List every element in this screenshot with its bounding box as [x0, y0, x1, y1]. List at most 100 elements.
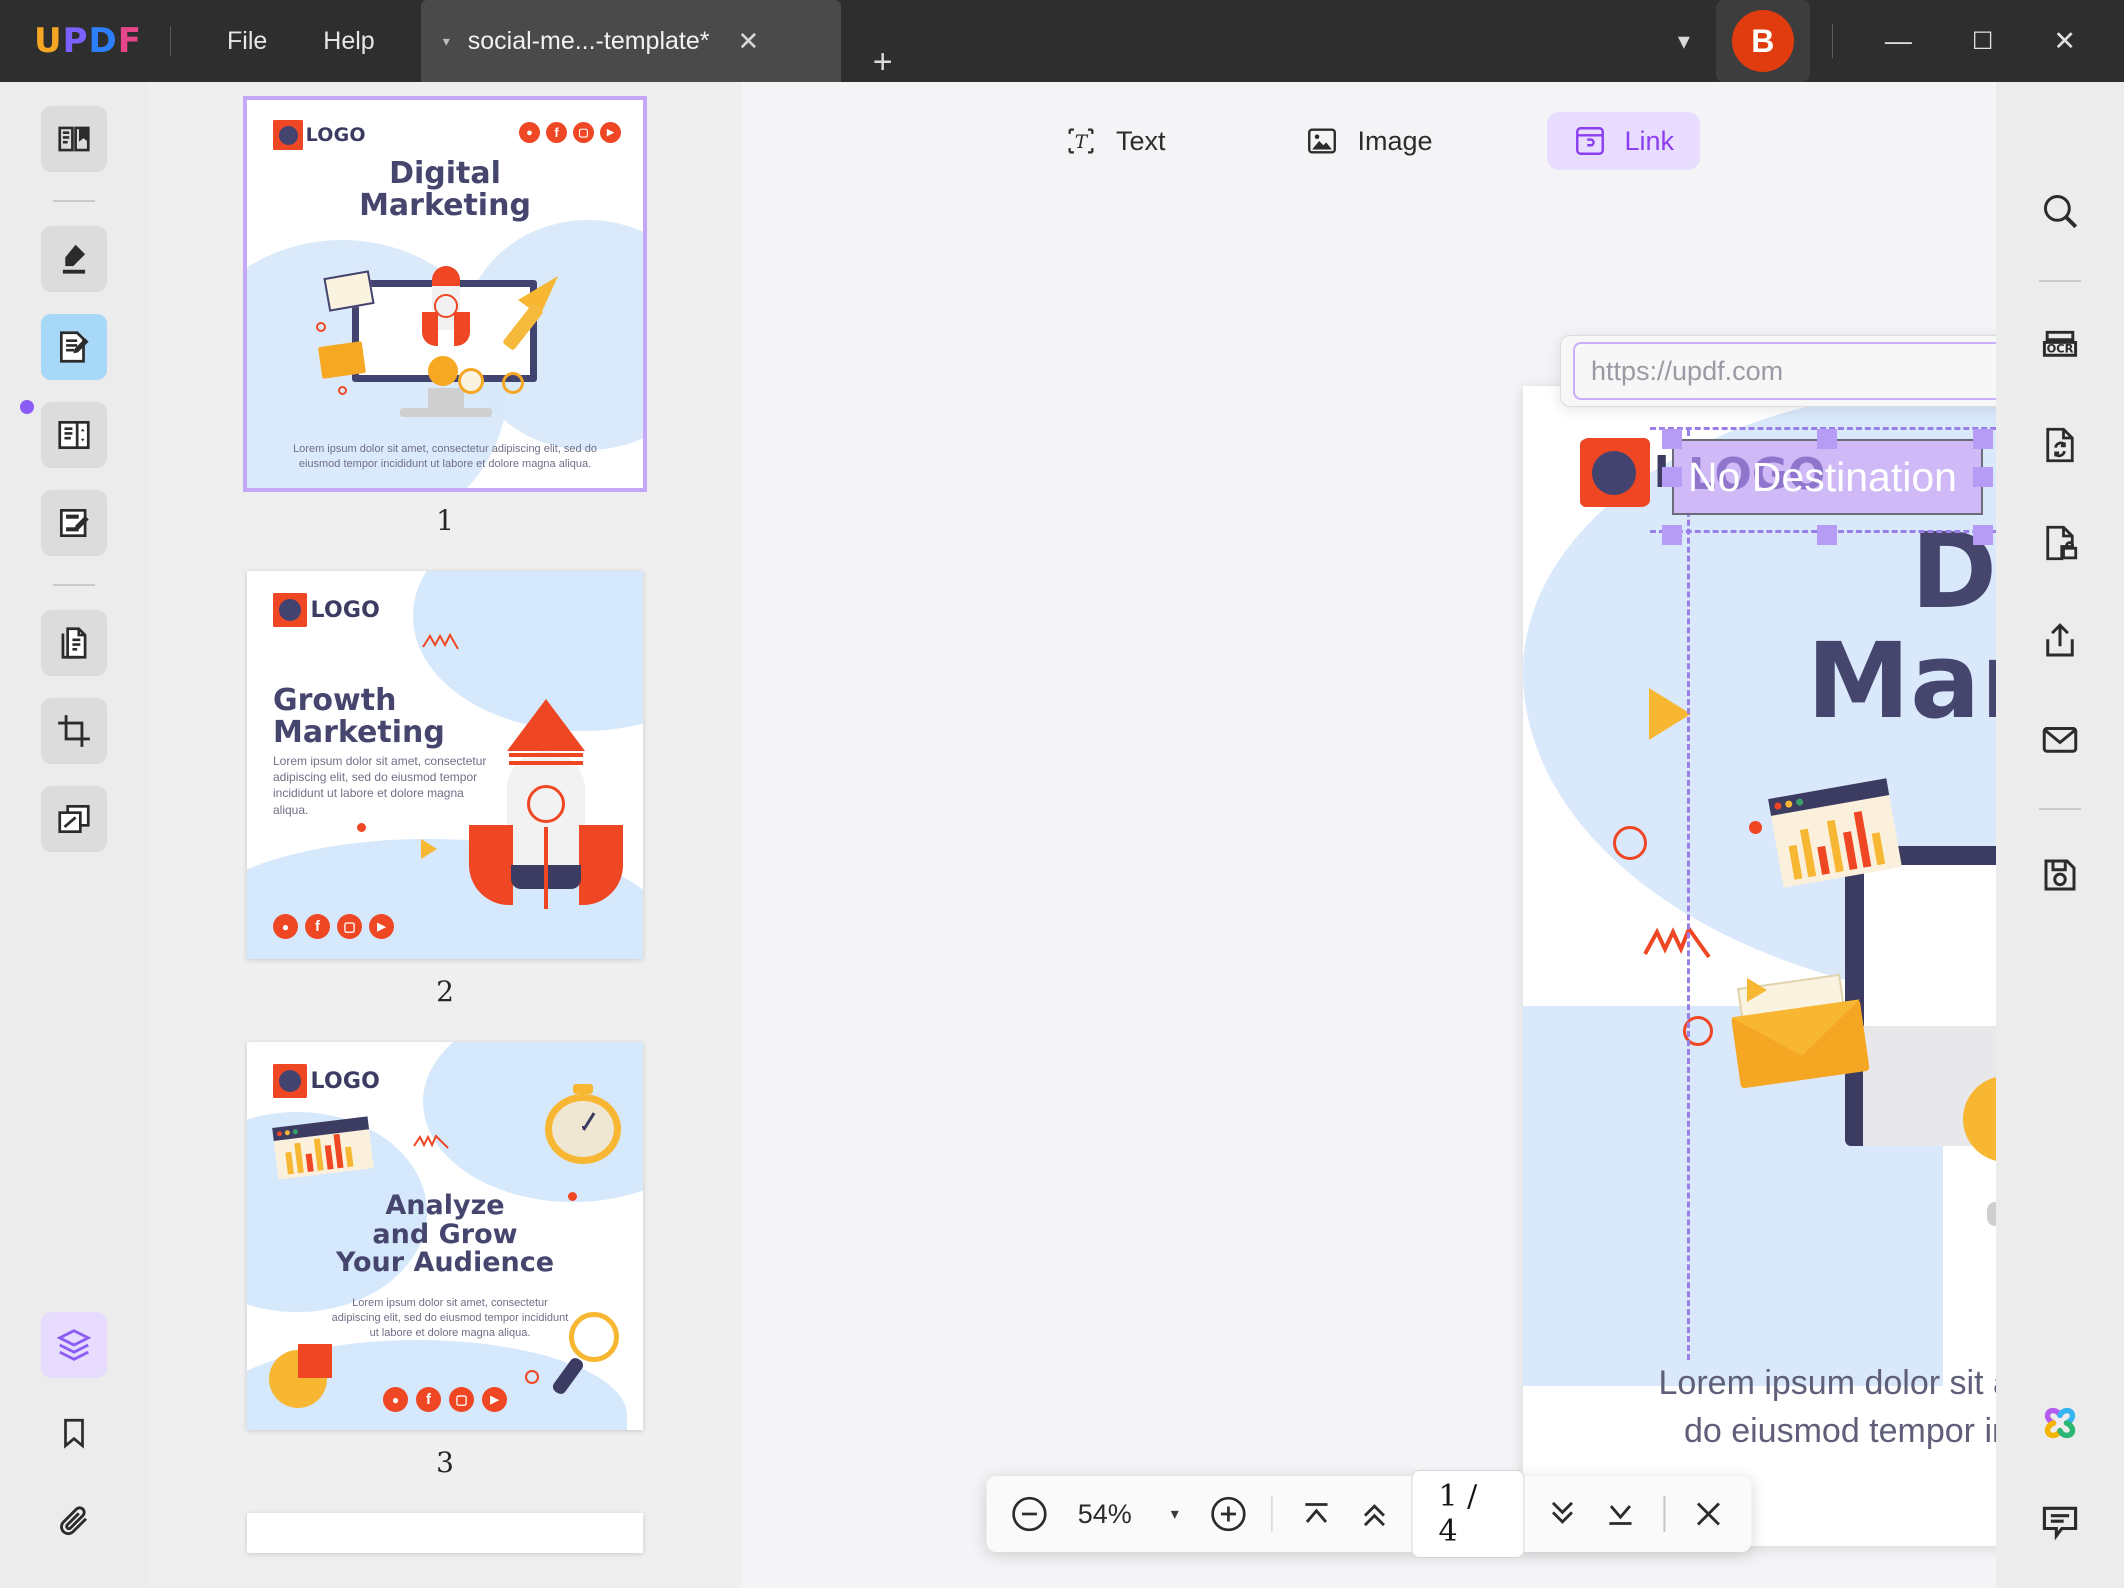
sidebar-edit-pdf-icon[interactable] — [41, 314, 107, 380]
resize-handle-n[interactable] — [1817, 429, 1837, 449]
tool-text[interactable]: T Text — [1038, 112, 1192, 170]
thumb-title-line-3: Your Audience — [247, 1249, 643, 1278]
plus-circle-icon[interactable] — [1207, 1490, 1249, 1538]
share-icon[interactable] — [2027, 608, 2093, 674]
resize-handle-se[interactable] — [1973, 525, 1993, 545]
document-viewer[interactable]: T Text Image — [742, 82, 1996, 1588]
prev-page-icon[interactable] — [1353, 1490, 1395, 1538]
minimize-icon[interactable]: — — [1855, 12, 1942, 71]
close-icon[interactable] — [1687, 1490, 1729, 1538]
resize-handle-e[interactable] — [1973, 467, 1993, 487]
page-navigation-toolbar[interactable]: 54% ▾ 1 / 4 — [986, 1476, 1751, 1552]
thumbnail-page-number: 1 — [436, 504, 454, 537]
tool-image-label: Image — [1357, 126, 1432, 157]
youtube-icon: ▶ — [482, 1387, 507, 1412]
sidebar-highlight-icon[interactable] — [41, 226, 107, 292]
sidebar-compare-icon[interactable] — [41, 786, 107, 852]
close-icon[interactable]: ✕ — [738, 26, 760, 57]
page-thumbnail-4[interactable] — [247, 1513, 643, 1553]
document-tab-title: social-me...-template* — [468, 27, 710, 56]
window-controls: ▾ B — ☐ ✕ — [1652, 0, 2124, 82]
logo-letter-p: P — [63, 21, 89, 61]
plus-icon[interactable]: + — [873, 43, 893, 82]
titlebar-divider — [170, 26, 171, 56]
search-icon[interactable] — [2027, 178, 2093, 244]
thumb-logo-text: LOGO — [311, 598, 381, 623]
sidebar-reader-icon[interactable] — [41, 106, 107, 172]
next-page-icon[interactable] — [1541, 1490, 1583, 1538]
menu-help[interactable]: Help — [295, 17, 402, 66]
minus-circle-icon[interactable] — [1008, 1490, 1050, 1538]
comment-icon[interactable] — [2027, 1490, 2093, 1556]
document-tab[interactable]: ▾ social-me...-template* ✕ — [421, 0, 841, 82]
twitter-icon: ● — [519, 122, 540, 143]
thumb-body-text: Lorem ipsum dolor sit amet, consectetur … — [327, 1296, 573, 1341]
facebook-icon: f — [546, 122, 567, 143]
sidebar-organize-icon[interactable] — [41, 610, 107, 676]
resize-handle-ne[interactable] — [1973, 429, 1993, 449]
link-annotation-box[interactable]: LOGO No Destination — [1672, 439, 1983, 515]
left-tool-rail — [0, 82, 148, 1588]
tool-image[interactable]: Image — [1279, 112, 1458, 170]
resize-handle-w[interactable] — [1662, 467, 1682, 487]
image-icon — [1305, 124, 1339, 158]
last-page-icon[interactable] — [1599, 1490, 1641, 1538]
caret-down-icon[interactable]: ▾ — [1159, 1504, 1191, 1524]
pager-divider — [1663, 1496, 1665, 1532]
sidebar-attachment-icon[interactable] — [41, 1488, 107, 1554]
protect-icon[interactable] — [2027, 510, 2093, 576]
tool-link-label: Link — [1625, 126, 1675, 157]
thumbnail-page-number: 3 — [436, 1446, 454, 1479]
sidebar-sign-icon[interactable] — [41, 490, 107, 556]
twitter-icon: ● — [273, 914, 298, 939]
sidebar-form-icon[interactable] — [41, 402, 107, 468]
thumbnail-item[interactable] — [148, 1513, 742, 1553]
sidebar-crop-icon[interactable] — [41, 698, 107, 764]
page-thumbnail-2[interactable]: LOGO Growth Marketing Lorem ipsum — [247, 571, 643, 959]
maximize-icon[interactable]: ☐ — [1942, 13, 2024, 70]
thumb-body-text: Lorem ipsum dolor sit amet, consectetur … — [281, 442, 609, 472]
logo-letter-d: D — [89, 21, 118, 61]
svg-text:T: T — [1075, 132, 1089, 153]
first-page-icon[interactable] — [1295, 1490, 1337, 1538]
email-icon[interactable] — [2027, 706, 2093, 772]
sidebar-layers-icon[interactable] — [41, 1312, 107, 1378]
convert-icon[interactable] — [2027, 412, 2093, 478]
page-thumbnail-1[interactable]: LOGO ● f ▢ ▶ Digital Marketing — [247, 100, 643, 488]
page-title: Digital Marketing — [1523, 516, 1996, 736]
save-icon[interactable] — [2027, 842, 2093, 908]
thumb-body-text: Lorem ipsum dolor sit amet, consectetur … — [273, 753, 488, 818]
link-url-input[interactable] — [1573, 342, 1996, 400]
page-thumbnail-3[interactable]: LOGO — [247, 1042, 643, 1430]
rail-divider — [53, 584, 95, 586]
sidebar-bookmark-icon[interactable] — [41, 1400, 107, 1466]
updf-application-window: UPDF File Help ▾ social-me...-template* … — [0, 0, 2124, 1588]
resize-handle-s[interactable] — [1817, 525, 1837, 545]
page-indicator[interactable]: 1 / 4 — [1411, 1470, 1524, 1558]
resize-handle-nw[interactable] — [1662, 429, 1682, 449]
thumbnail-item[interactable]: LOGO Growth Marketing Lorem ipsum — [148, 571, 742, 1042]
resize-handle-sw[interactable] — [1662, 525, 1682, 545]
page-canvas[interactable]: LOGO ● f ▢ ▶ Digital Marketing — [1523, 386, 1996, 1546]
close-icon[interactable]: ✕ — [2023, 12, 2106, 71]
menu-file[interactable]: File — [199, 17, 295, 66]
tool-link[interactable]: Link — [1547, 112, 1701, 170]
panel-resize-handle[interactable] — [20, 400, 34, 414]
svg-text:OCR: OCR — [2047, 342, 2074, 356]
chevron-down-icon[interactable]: ▾ — [1652, 15, 1716, 68]
ocr-icon[interactable]: OCR — [2027, 314, 2093, 380]
thumb-title-line-1: Analyze — [247, 1192, 643, 1221]
updf-ai-icon[interactable] — [2027, 1390, 2093, 1456]
chevron-down-icon[interactable]: ▾ — [443, 33, 450, 50]
right-rail-bottom — [1996, 1390, 2124, 1556]
thumbnail-item[interactable]: LOGO ● f ▢ ▶ Digital Marketing — [148, 100, 742, 571]
account-button[interactable]: B — [1716, 0, 1810, 82]
window-controls-divider — [1832, 24, 1833, 58]
twitter-icon: ● — [383, 1387, 408, 1412]
logo-letter-u: U — [34, 21, 63, 61]
link-panel-icon — [1573, 124, 1607, 158]
page-thumbnail-panel[interactable]: LOGO ● f ▢ ▶ Digital Marketing — [148, 82, 742, 1588]
link-url-popover[interactable] — [1560, 335, 1996, 407]
thumbnail-item[interactable]: LOGO — [148, 1042, 742, 1513]
thumb-title-line-1: Digital — [247, 158, 643, 190]
